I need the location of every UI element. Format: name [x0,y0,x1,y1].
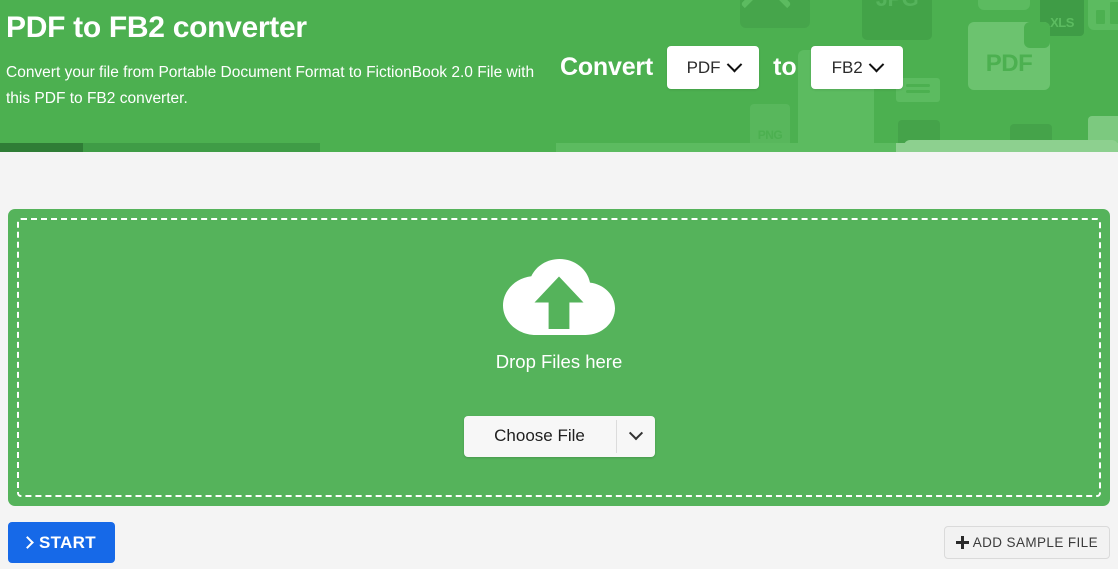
choose-file-control: Choose File [463,415,655,457]
drop-files-label: Drop Files here [495,350,623,372]
cloud-upload-svg [503,258,615,335]
action-bar: START ADD SAMPLE FILE [0,522,1118,569]
source-format-label: PDF [686,58,721,77]
segment-1 [0,143,83,152]
convert-label: Convert [560,53,654,81]
segment-4 [556,143,896,152]
header-text-block: PDF to FB2 converter Convert your file f… [0,0,560,112]
segment-2 [83,143,320,152]
add-sample-file-label: ADD SAMPLE FILE [972,535,1098,550]
convert-controls: Convert PDF to FB2 [560,46,903,89]
target-format-label: FB2 [831,58,863,77]
page-subtitle: Convert your file from Portable Document… [6,64,535,107]
chevron-down-icon [628,426,643,441]
start-button-label: START [39,532,96,552]
choose-file-dropdown-button[interactable] [617,416,655,457]
page-header: JPG XLS PDF PNG DOCX [0,0,1118,152]
segment-3 [320,143,556,152]
chevron-down-icon [726,56,742,73]
plus-icon [955,536,969,549]
segment-5 [896,143,1118,152]
cloud-upload-icon [503,258,615,337]
start-button[interactable]: START [8,522,115,563]
header-segment-bar [0,143,1118,152]
target-format-select[interactable]: FB2 [810,46,903,89]
file-dropzone[interactable]: Drop Files here Choose File [8,209,1110,506]
choose-file-button[interactable]: Choose File [464,416,616,457]
source-format-select[interactable]: PDF [667,46,760,89]
add-sample-file-button[interactable]: ADD SAMPLE FILE [943,526,1110,559]
chevron-right-icon [21,536,34,549]
to-label: to [773,53,797,81]
main-content: Drop Files here Choose File START ADD SA… [0,209,1118,569]
page-title: PDF to FB2 converter [6,11,307,44]
chevron-down-icon [868,56,885,73]
